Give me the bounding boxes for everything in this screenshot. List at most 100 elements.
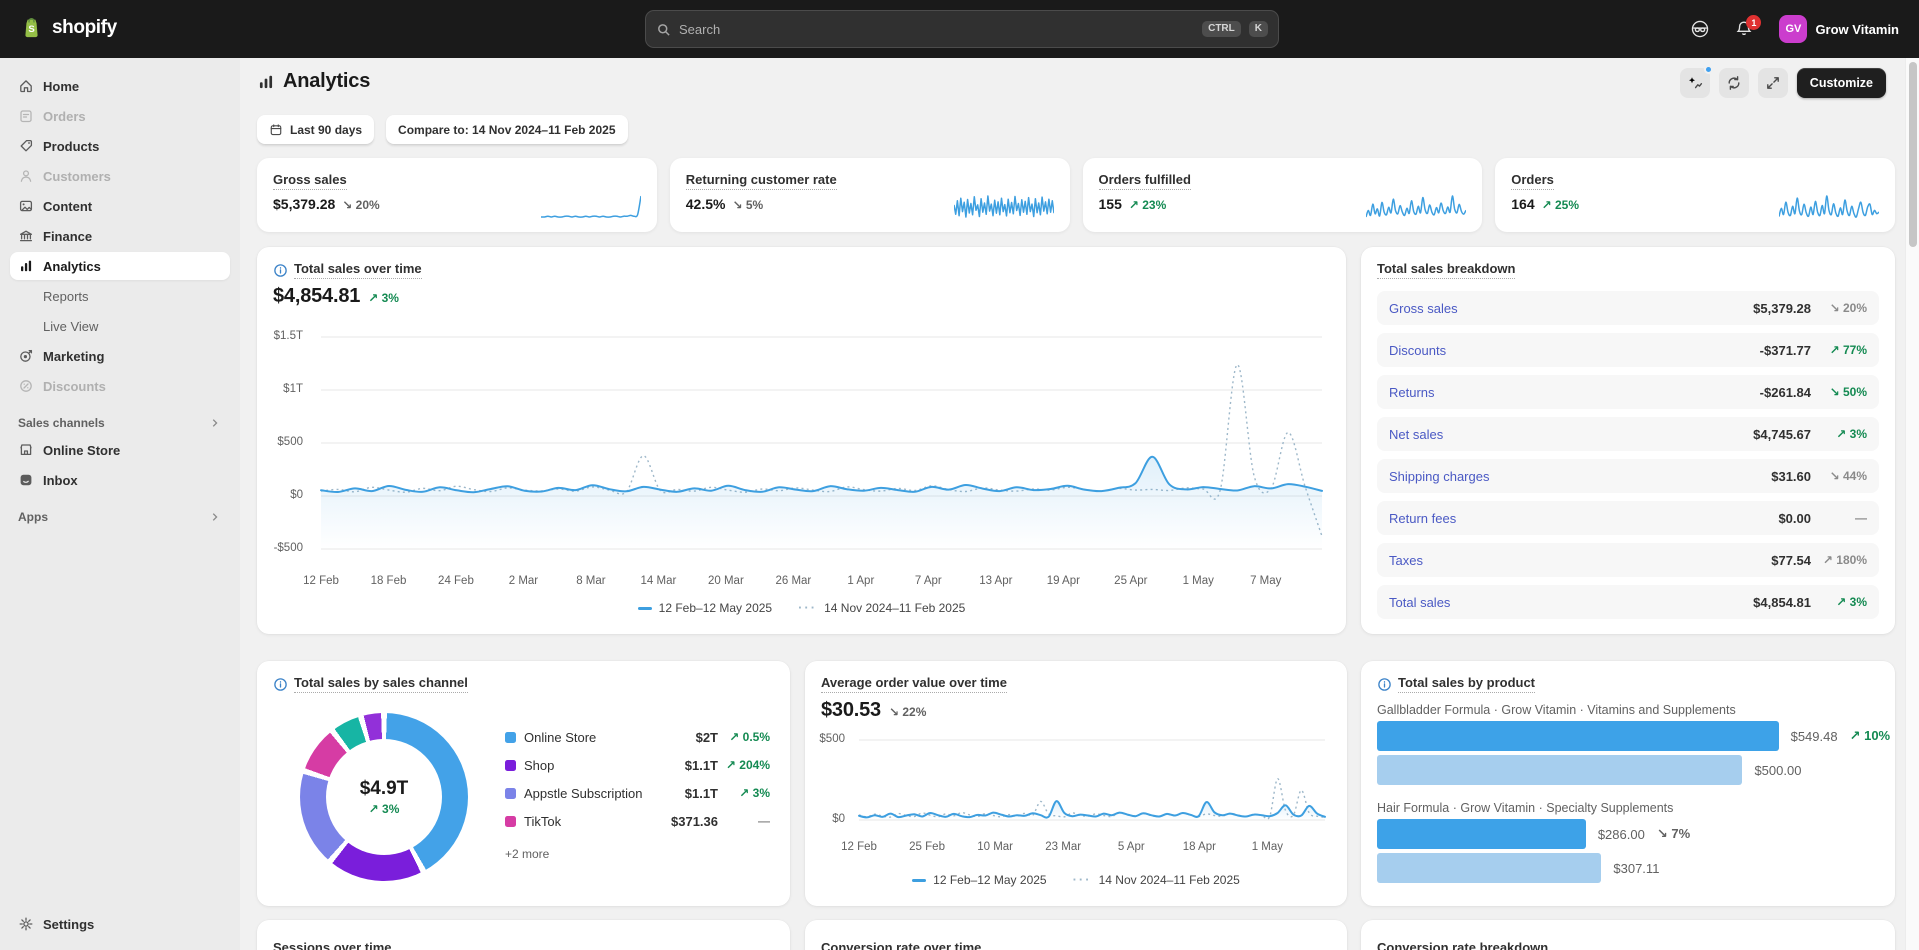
- shopify-logo[interactable]: S shopify: [18, 14, 117, 41]
- sidebar-item-analytics[interactable]: Analytics: [10, 252, 230, 280]
- x-axis-label: 1 Apr: [831, 575, 891, 587]
- product-bar-previous[interactable]: [1377, 755, 1742, 785]
- breakdown-row-label[interactable]: Discounts: [1389, 343, 1760, 358]
- sidebar-item-label: Settings: [43, 917, 94, 932]
- shortcut-k-key: K: [1249, 21, 1268, 37]
- apps-header[interactable]: Apps: [18, 510, 222, 524]
- info-icon[interactable]: [1377, 677, 1392, 692]
- sidebar-item-label: Online Store: [43, 443, 120, 458]
- search-input[interactable]: [679, 22, 1194, 37]
- sidebar-item-finance[interactable]: Finance: [10, 222, 230, 250]
- kpi-delta: ↘ 20%: [342, 198, 379, 212]
- finance-icon: [18, 228, 34, 244]
- x-axis-label: 20 Mar: [696, 575, 756, 587]
- legend-value: $2T: [696, 730, 718, 745]
- section-label: Apps: [18, 510, 48, 524]
- info-icon[interactable]: [273, 263, 288, 278]
- channel-legend-item-shop[interactable]: Shop$1.1T↗ 204%: [505, 751, 770, 779]
- kpi-title[interactable]: Gross sales: [273, 172, 347, 190]
- store-menu[interactable]: GV Grow Vitamin: [1773, 11, 1905, 47]
- sidebar-item-orders[interactable]: Orders: [10, 102, 230, 130]
- kpi-card-orders-fulfilled: Orders fulfilled 155↗ 23%: [1083, 158, 1483, 232]
- scrollbar-thumb[interactable]: [1909, 62, 1917, 247]
- sidebar-item-label: Analytics: [43, 259, 101, 274]
- sidebar-item-label: Inbox: [43, 473, 78, 488]
- sidebar-item-inbox[interactable]: Inbox: [10, 466, 230, 494]
- sidebar-item-discounts[interactable]: Discounts: [10, 372, 230, 400]
- compare-button[interactable]: Compare to: 14 Nov 2024–11 Feb 2025: [386, 115, 627, 145]
- shopify-bag-icon: S: [18, 14, 45, 41]
- sidebar-item-settings[interactable]: Settings: [10, 910, 230, 938]
- sidebar-item-products[interactable]: Products: [10, 132, 230, 160]
- sidekick-assistant-button[interactable]: [1685, 14, 1715, 44]
- kpi-value: 164: [1511, 196, 1534, 212]
- kpi-title[interactable]: Returning customer rate: [686, 172, 837, 190]
- kpi-value-row: 155↗ 23%: [1099, 196, 1167, 212]
- chart-title[interactable]: Total sales by sales channel: [294, 675, 468, 693]
- customize-button[interactable]: Customize: [1797, 68, 1886, 98]
- aov-line-chart: [821, 731, 1331, 835]
- kpi-card-orders: Orders164↗ 25%: [1495, 158, 1895, 232]
- kpi-title[interactable]: Orders fulfilled: [1099, 172, 1191, 190]
- product-bar-current[interactable]: [1377, 721, 1779, 751]
- breakdown-title[interactable]: Total sales breakdown: [1377, 261, 1515, 279]
- svg-text:S: S: [28, 24, 34, 35]
- x-axis-label: 12 Feb: [291, 575, 351, 587]
- marketing-icon: [18, 348, 34, 364]
- sidebar-item-online-store[interactable]: Online Store: [10, 436, 230, 464]
- more-channels-link[interactable]: +2 more: [505, 847, 549, 861]
- breakdown-row-label[interactable]: Total sales: [1389, 595, 1753, 610]
- breakdown-row-label[interactable]: Shipping charges: [1389, 469, 1771, 484]
- notifications-button[interactable]: 1: [1729, 14, 1759, 44]
- search-bar[interactable]: CTRL K: [645, 10, 1279, 48]
- x-axis-label: 19 Apr: [1033, 575, 1093, 587]
- breakdown-row-label[interactable]: Taxes: [1389, 553, 1771, 568]
- sidebar-item-marketing[interactable]: Marketing: [10, 342, 230, 370]
- sidebar: Home Orders Products Customers Content Financ…: [0, 58, 240, 950]
- channel-legend-item-online-store[interactable]: Online Store$2T↗ 0.5%: [505, 723, 770, 751]
- breakdown-row-label[interactable]: Return fees: [1389, 511, 1778, 526]
- fullscreen-button[interactable]: [1758, 68, 1788, 98]
- refresh-button[interactable]: [1719, 68, 1749, 98]
- chart-title[interactable]: Sessions over time: [273, 940, 392, 950]
- sales-channels-header[interactable]: Sales channels: [18, 416, 222, 430]
- legend-delta: ↗ 3%: [718, 786, 770, 800]
- chart-title[interactable]: Total sales over time: [294, 261, 422, 279]
- sidebar-item-label: Finance: [43, 229, 92, 244]
- analytics-assistant-button[interactable]: [1680, 68, 1710, 98]
- channel-legend-item-appstle-subscription[interactable]: Appstle Subscription$1.1T↗ 3%: [505, 779, 770, 807]
- channel-legend: Online Store$2T↗ 0.5%Shop$1.1T↗ 204%Apps…: [505, 723, 770, 835]
- legend-label: 12 Feb–12 May 2025: [933, 873, 1046, 887]
- legend-swatch: [505, 732, 516, 743]
- total-sales-over-time-card: Total sales over time $4,854.81 ↗ 3% $1.…: [257, 247, 1346, 634]
- sidebar-item-live-view[interactable]: Live View: [10, 312, 230, 340]
- breakdown-row-delta: ↘ 44%: [1811, 469, 1867, 483]
- sidebar-item-reports[interactable]: Reports: [10, 282, 230, 310]
- breakdown-row-value: $5,379.28: [1753, 301, 1811, 316]
- kpi-row: Gross sales$5,379.28↘ 20%Returning custo…: [257, 158, 1895, 232]
- sidebar-item-home[interactable]: Home: [10, 72, 230, 100]
- sidebar-item-label: Customers: [43, 169, 111, 184]
- legend-swatch: [505, 760, 516, 771]
- breakdown-row-value: $31.60: [1771, 469, 1811, 484]
- sidebar-item-customers[interactable]: Customers: [10, 162, 230, 190]
- info-icon[interactable]: [273, 677, 288, 692]
- x-axis-label: 7 Apr: [898, 575, 958, 587]
- product-bar-previous[interactable]: [1377, 853, 1601, 883]
- sidebar-item-content[interactable]: Content: [10, 192, 230, 220]
- chart-title[interactable]: Total sales by product: [1398, 675, 1535, 693]
- breakdown-row-total-sales: Total sales$4,854.81↗ 3%: [1377, 585, 1879, 619]
- kpi-title[interactable]: Orders: [1511, 172, 1554, 190]
- chart-title[interactable]: Average order value over time: [821, 675, 1007, 693]
- breakdown-row-label[interactable]: Gross sales: [1389, 301, 1753, 316]
- channel-legend-item-tiktok[interactable]: TikTok$371.36—: [505, 807, 770, 835]
- chart-title[interactable]: Conversion rate over time: [821, 940, 981, 950]
- sidebar-item-label: Orders: [43, 109, 86, 124]
- breakdown-row-label[interactable]: Returns: [1389, 385, 1760, 400]
- product-bar-current[interactable]: [1377, 819, 1586, 849]
- section-label: Sales channels: [18, 416, 105, 430]
- date-range-button[interactable]: Last 90 days: [257, 115, 374, 145]
- chart-legend: 12 Feb–12 May 2025 ···14 Nov 2024–11 Feb…: [805, 873, 1347, 887]
- breakdown-row-label[interactable]: Net sales: [1389, 427, 1753, 442]
- chart-title[interactable]: Conversion rate breakdown: [1377, 940, 1548, 950]
